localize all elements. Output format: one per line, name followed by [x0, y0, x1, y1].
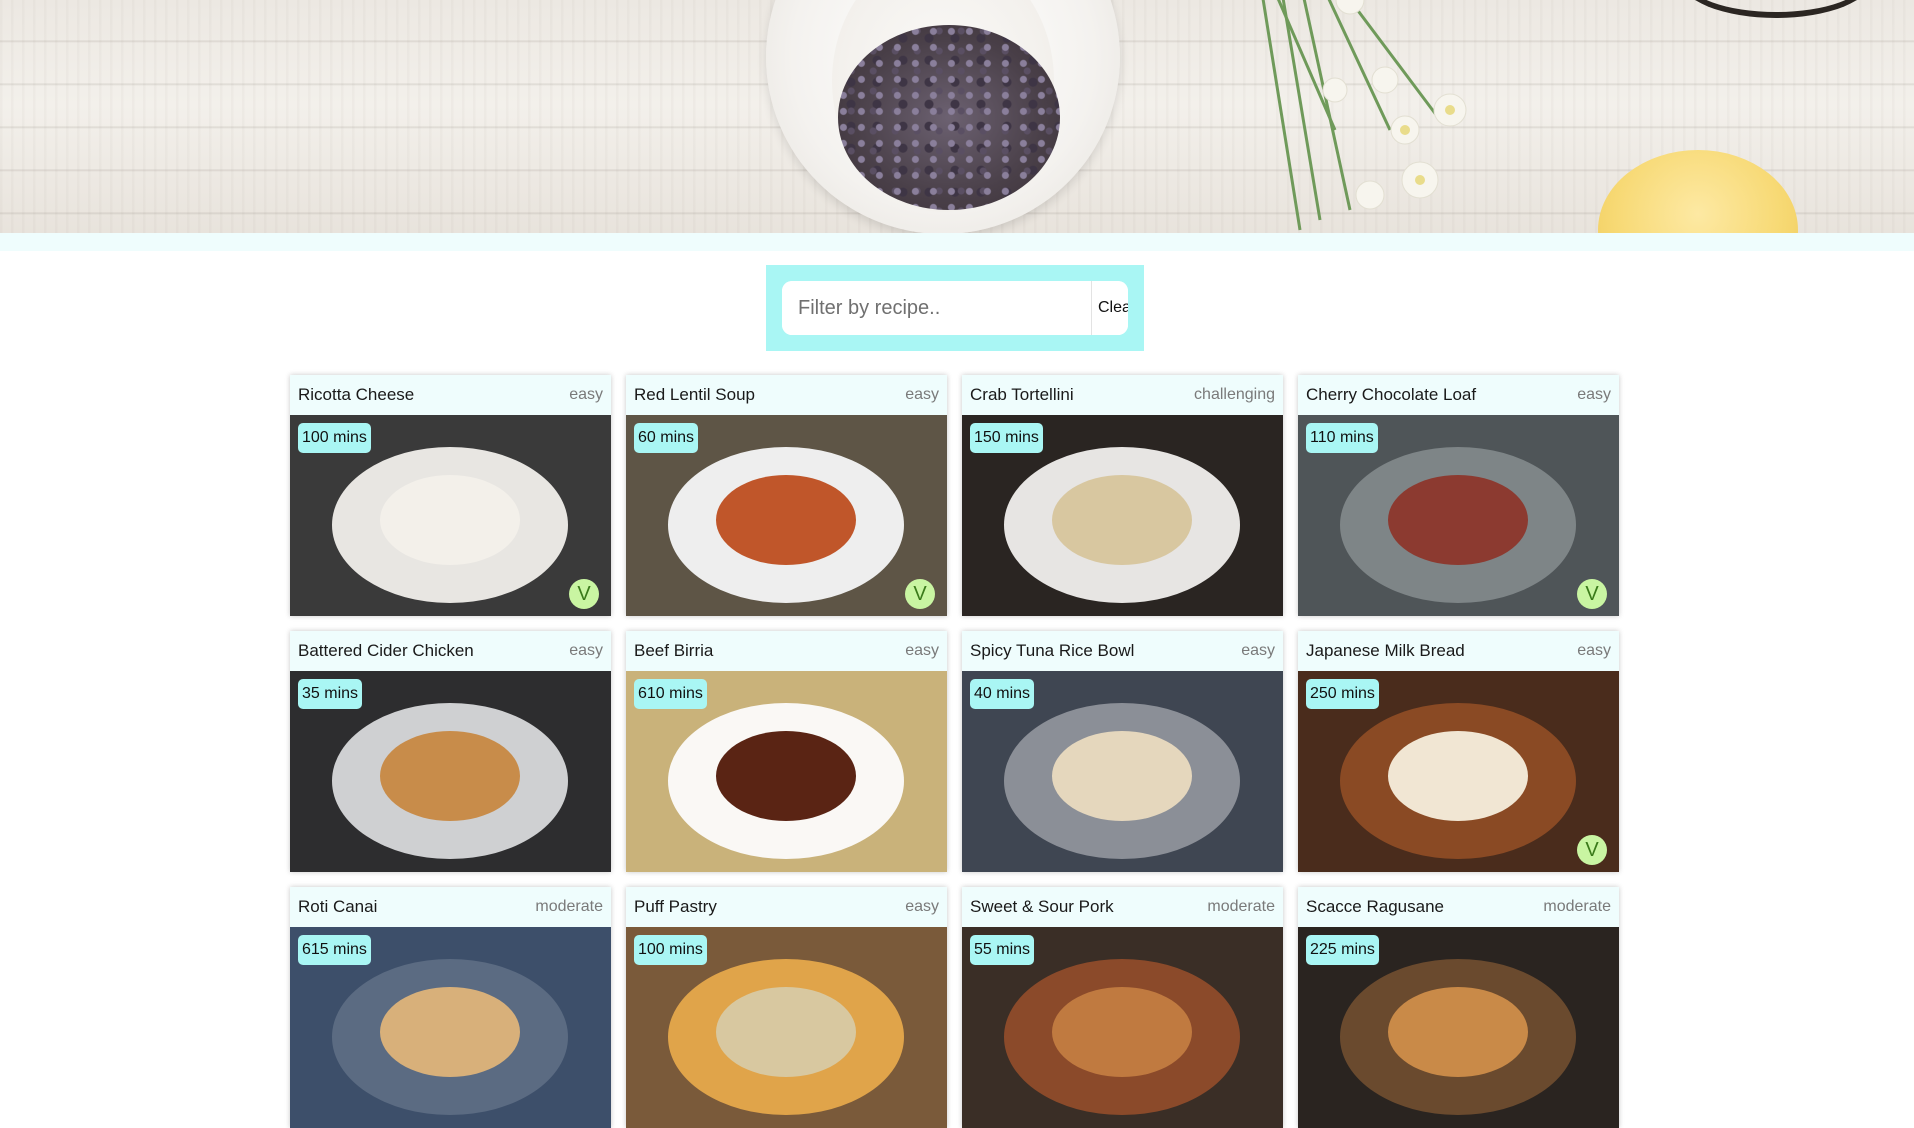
- recipe-difficulty: easy: [1577, 642, 1611, 659]
- recipe-card[interactable]: Crab Tortellini challenging 150 mins: [962, 375, 1283, 616]
- recipe-card-header: Beef Birria easy: [626, 631, 947, 671]
- recipe-image[interactable]: 60 mins V: [626, 415, 947, 616]
- recipe-card-header: Puff Pastry easy: [626, 887, 947, 927]
- recipe-image[interactable]: 150 mins: [962, 415, 1283, 616]
- recipe-title: Roti Canai: [298, 897, 378, 916]
- recipe-card-header: Cherry Chocolate Loaf easy: [1298, 375, 1619, 415]
- recipe-card[interactable]: Scacce Ragusane moderate 225 mins: [1298, 887, 1619, 1128]
- recipe-card[interactable]: Beef Birria easy 610 mins: [626, 631, 947, 872]
- recipe-title: Battered Cider Chicken: [298, 641, 474, 660]
- recipe-card[interactable]: Spicy Tuna Rice Bowl easy 40 mins: [962, 631, 1283, 872]
- flowers-image: [1261, 0, 1467, 231]
- recipe-title: Cherry Chocolate Loaf: [1306, 385, 1477, 404]
- clear-button[interactable]: Clear: [1092, 281, 1128, 335]
- recipe-card-header: Roti Canai moderate: [290, 887, 611, 927]
- recipe-title: Sweet & Sour Pork: [970, 897, 1114, 916]
- recipe-title: Beef Birria: [634, 641, 714, 660]
- recipe-image[interactable]: 110 mins V: [1298, 415, 1619, 616]
- recipe-image[interactable]: 610 mins: [626, 671, 947, 872]
- recipe-title: Puff Pastry: [634, 897, 717, 916]
- recipe-image[interactable]: 250 mins V: [1298, 671, 1619, 872]
- recipe-title: Spicy Tuna Rice Bowl: [970, 641, 1135, 660]
- recipe-difficulty: moderate: [1207, 898, 1275, 915]
- cook-time-badge: 55 mins: [970, 935, 1035, 965]
- recipe-difficulty: challenging: [1194, 386, 1275, 403]
- recipe-difficulty: easy: [1577, 386, 1611, 403]
- recipe-title: Red Lentil Soup: [634, 385, 755, 404]
- recipe-image[interactable]: 100 mins V: [290, 415, 611, 616]
- cook-time-badge: 225 mins: [1306, 935, 1379, 965]
- recipe-card[interactable]: Battered Cider Chicken easy 35 mins: [290, 631, 611, 872]
- recipe-difficulty: easy: [905, 386, 939, 403]
- recipe-card-header: Scacce Ragusane moderate: [1298, 887, 1619, 927]
- recipe-image[interactable]: 225 mins: [1298, 927, 1619, 1128]
- cook-time-badge: 150 mins: [970, 423, 1043, 453]
- recipe-title: Japanese Milk Bread: [1306, 641, 1465, 660]
- recipe-difficulty: easy: [569, 386, 603, 403]
- recipe-difficulty: easy: [905, 642, 939, 659]
- cook-time-badge: 35 mins: [298, 679, 363, 709]
- filter-input[interactable]: [782, 281, 1092, 335]
- vegetarian-badge: V: [1577, 579, 1607, 609]
- recipe-difficulty: moderate: [1543, 898, 1611, 915]
- recipe-card-header: Spicy Tuna Rice Bowl easy: [962, 631, 1283, 671]
- recipe-card-header: Red Lentil Soup easy: [626, 375, 947, 415]
- cook-time-badge: 100 mins: [298, 423, 371, 453]
- cook-time-badge: 250 mins: [1306, 679, 1379, 709]
- vegetarian-badge: V: [905, 579, 935, 609]
- recipe-card[interactable]: Roti Canai moderate 615 mins: [290, 887, 611, 1128]
- recipe-card[interactable]: Red Lentil Soup easy 60 mins V: [626, 375, 947, 616]
- recipe-difficulty: easy: [569, 642, 603, 659]
- recipe-grid: Ricotta Cheese easy 100 mins V Red Lentil So…: [290, 375, 1620, 1128]
- recipe-image[interactable]: 615 mins: [290, 927, 611, 1128]
- lavender-image: [838, 25, 1060, 210]
- cook-time-badge: 40 mins: [970, 679, 1035, 709]
- hero-divider: [0, 233, 1914, 251]
- vegetarian-badge: V: [1577, 835, 1607, 865]
- vegetarian-badge: V: [569, 579, 599, 609]
- cook-time-badge: 110 mins: [1306, 423, 1378, 453]
- recipe-difficulty: moderate: [535, 898, 603, 915]
- recipe-card-header: Sweet & Sour Pork moderate: [962, 887, 1283, 927]
- recipe-card[interactable]: Sweet & Sour Pork moderate 55 mins: [962, 887, 1283, 1128]
- recipe-card[interactable]: Puff Pastry easy 100 mins: [626, 887, 947, 1128]
- recipe-image[interactable]: 35 mins: [290, 671, 611, 872]
- recipe-title: Scacce Ragusane: [1306, 897, 1444, 916]
- recipe-card[interactable]: Ricotta Cheese easy 100 mins V: [290, 375, 611, 616]
- filter-group: Clear: [782, 281, 1128, 335]
- recipe-title: Ricotta Cheese: [298, 385, 415, 404]
- cook-time-badge: 610 mins: [634, 679, 707, 709]
- cook-time-badge: 100 mins: [634, 935, 707, 965]
- recipe-card-header: Japanese Milk Bread easy: [1298, 631, 1619, 671]
- recipe-image[interactable]: 100 mins: [626, 927, 947, 1128]
- recipe-card-header: Battered Cider Chicken easy: [290, 631, 611, 671]
- recipe-difficulty: easy: [1241, 642, 1275, 659]
- recipe-card-header: Ricotta Cheese easy: [290, 375, 611, 415]
- hero-banner: [0, 0, 1914, 233]
- recipe-card[interactable]: Japanese Milk Bread easy 250 mins V: [1298, 631, 1619, 872]
- recipe-title: Crab Tortellini: [970, 385, 1074, 404]
- recipe-card[interactable]: Cherry Chocolate Loaf easy 110 mins V: [1298, 375, 1619, 616]
- recipe-difficulty: easy: [905, 898, 939, 915]
- cook-time-badge: 615 mins: [298, 935, 371, 965]
- recipe-image[interactable]: 55 mins: [962, 927, 1283, 1128]
- filter-container: Clear: [766, 265, 1144, 351]
- recipe-card-header: Crab Tortellini challenging: [962, 375, 1283, 415]
- cook-time-badge: 60 mins: [634, 423, 699, 453]
- recipe-image[interactable]: 40 mins: [962, 671, 1283, 872]
